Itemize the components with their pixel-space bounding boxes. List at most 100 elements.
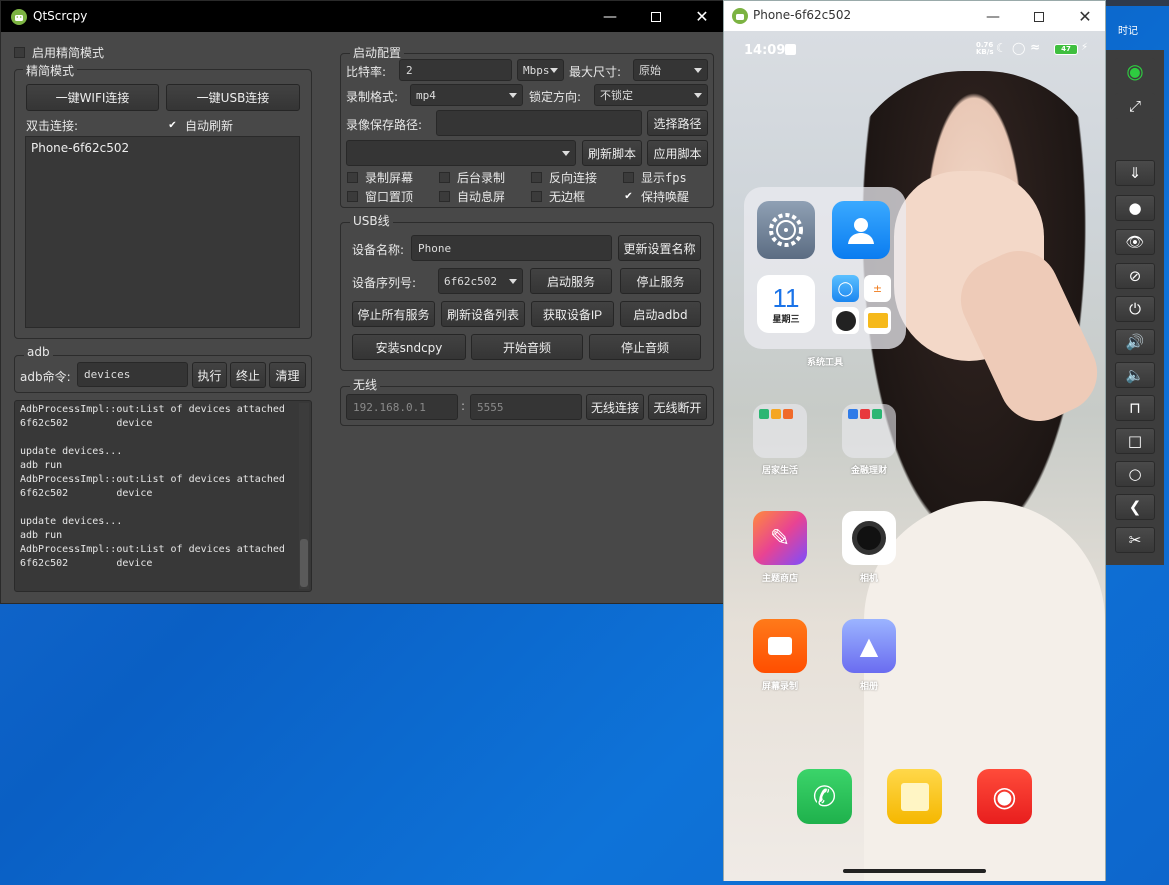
log-scrollbar[interactable] xyxy=(299,403,309,589)
auto-refresh-checkbox[interactable]: ✔ 自动刷新 xyxy=(167,117,233,134)
stop-all-services-button[interactable]: 停止所有服务 xyxy=(352,301,435,327)
wifi-connect-button[interactable]: 一键WIFI连接 xyxy=(26,84,159,111)
menu-button[interactable]: ○ xyxy=(1115,461,1155,487)
title-bar[interactable]: QtScrcpy — ✕ xyxy=(1,1,723,32)
option-show-fps[interactable]: 显示fps xyxy=(623,169,687,186)
simple-mode-checkbox[interactable]: 启用精简模式 xyxy=(14,44,104,61)
refresh-devices-button[interactable]: 刷新设备列表 xyxy=(441,301,525,327)
app-switch-button[interactable]: ⊓ xyxy=(1115,395,1155,421)
option-reverse-connect[interactable]: 反向连接 xyxy=(531,169,597,186)
close-button[interactable]: ✕ xyxy=(679,1,725,32)
option-keep-awake[interactable]: ✔ 保持唤醒 xyxy=(623,188,689,205)
update-name-button[interactable]: 更新设置名称 xyxy=(618,235,701,261)
notes-app[interactable] xyxy=(887,769,942,824)
stop-service-button[interactable]: 停止服务 xyxy=(620,268,701,294)
maximize-button[interactable] xyxy=(633,1,679,32)
volume-down-button[interactable]: 🔈 xyxy=(1115,362,1155,388)
android-menu-button[interactable]: ◉ xyxy=(1115,58,1155,84)
device-list[interactable]: Phone-6f62c502 xyxy=(25,136,300,328)
gallery-app[interactable]: ▲ xyxy=(842,619,896,673)
record-format-select[interactable]: mp4 xyxy=(410,84,523,106)
checkbox-box[interactable] xyxy=(14,47,25,58)
stop-audio-button[interactable]: 停止音频 xyxy=(589,334,701,360)
start-service-button[interactable]: 启动服务 xyxy=(530,268,612,294)
start-config-title: 启动配置 xyxy=(350,44,405,61)
contacts-app[interactable] xyxy=(832,201,890,259)
home-button[interactable]: □ xyxy=(1115,428,1155,454)
exec-button[interactable]: 执行 xyxy=(192,362,227,388)
finance-folder[interactable] xyxy=(842,404,896,458)
device-name-input[interactable]: Phone xyxy=(411,235,612,261)
usb-connect-button[interactable]: 一键USB连接 xyxy=(166,84,300,111)
phone-screen[interactable]: 14:09 0.76 KB/s ☾ ◯ ≈ 47 ⚡ 11 星期三 ◯ ± 系统… xyxy=(724,31,1105,881)
volume-up-button[interactable]: 🔊 xyxy=(1115,329,1155,355)
expand-notification-button[interactable]: ⇓ xyxy=(1115,160,1155,186)
bitrate-input[interactable]: 2 xyxy=(399,59,512,81)
checkbox-box[interactable] xyxy=(623,172,634,183)
phone-minimize-button[interactable]: — xyxy=(970,1,1016,32)
log-output[interactable]: AdbProcessImpl::out:List of devices atta… xyxy=(14,400,312,592)
minimize-button[interactable]: — xyxy=(587,1,633,32)
screen-off-button[interactable]: ⊘ xyxy=(1115,263,1155,289)
option-background-record[interactable]: 后台录制 xyxy=(439,169,505,186)
checkbox-box[interactable] xyxy=(439,172,450,183)
wireless-disconnect-button[interactable]: 无线断开 xyxy=(648,394,707,420)
scrollbar-thumb[interactable] xyxy=(300,539,308,587)
back-button[interactable]: ❮ xyxy=(1115,494,1155,520)
option-auto-screen-off[interactable]: 自动息屏 xyxy=(439,188,505,205)
ip-input[interactable]: 192.168.0.1 xyxy=(346,394,458,420)
calendar-app[interactable]: 11 星期三 xyxy=(757,275,815,333)
theme-store-app[interactable]: ✎ xyxy=(753,511,807,565)
serial-select[interactable]: 6f62c502 xyxy=(438,268,523,294)
checkbox-box[interactable] xyxy=(531,191,542,202)
clear-button[interactable]: 清理 xyxy=(269,362,306,388)
stop-button[interactable]: 终止 xyxy=(230,362,266,388)
touch-button[interactable]: ● xyxy=(1115,195,1155,221)
install-sndcpy-button[interactable]: 安装sndcpy xyxy=(352,334,466,360)
music-app[interactable]: ◉ xyxy=(977,769,1032,824)
script-select[interactable] xyxy=(346,140,576,166)
option-frameless[interactable]: 无边框 xyxy=(531,188,585,205)
settings-app[interactable] xyxy=(757,201,815,259)
calculator-app[interactable]: ± xyxy=(864,275,891,302)
bitrate-unit-select[interactable]: Mbps xyxy=(517,59,564,81)
checkbox-box[interactable] xyxy=(347,191,358,202)
get-ip-button[interactable]: 获取设备IP xyxy=(531,301,614,327)
adb-cmd-input[interactable]: devices xyxy=(77,362,188,387)
select-path-button[interactable]: 选择路径 xyxy=(647,110,708,136)
apply-script-button[interactable]: 应用脚本 xyxy=(647,140,708,166)
camera-app[interactable] xyxy=(842,511,896,565)
screen-record-app[interactable] xyxy=(753,619,807,673)
refresh-script-button[interactable]: 刷新脚本 xyxy=(582,140,642,166)
check-icon[interactable]: ✔ xyxy=(623,191,634,202)
files-app[interactable] xyxy=(864,307,891,334)
home-life-folder[interactable] xyxy=(753,404,807,458)
system-tools-folder[interactable]: 11 星期三 ◯ ± xyxy=(744,187,906,349)
option-window-top[interactable]: 窗口置顶 xyxy=(347,188,413,205)
lock-orientation-select[interactable]: 不锁定 xyxy=(594,84,708,106)
gesture-bar[interactable] xyxy=(843,869,986,873)
port-input[interactable]: 5555 xyxy=(470,394,582,420)
phone-close-button[interactable]: ✕ xyxy=(1062,1,1108,32)
screenshot-button[interactable]: ✂ xyxy=(1115,527,1155,553)
device-list-item[interactable]: Phone-6f62c502 xyxy=(31,141,129,155)
screen-on-button[interactable]: 👁 xyxy=(1115,229,1155,255)
fullscreen-button[interactable]: ⤢ xyxy=(1115,93,1155,119)
power-button[interactable]: ⏻ xyxy=(1115,296,1155,322)
start-audio-button[interactable]: 开始音频 xyxy=(471,334,583,360)
phone-title-bar[interactable]: Phone-6f62c502 — ✕ xyxy=(724,1,1105,31)
phone-app[interactable]: ✆ xyxy=(797,769,852,824)
option-record-screen[interactable]: 录制屏幕 xyxy=(347,169,413,186)
mountain-icon: ▲ xyxy=(859,632,879,660)
clock-app[interactable] xyxy=(832,307,859,334)
start-adbd-button[interactable]: 启动adbd xyxy=(620,301,701,327)
check-icon[interactable]: ✔ xyxy=(167,120,178,131)
browser-app[interactable]: ◯ xyxy=(832,275,859,302)
phone-maximize-button[interactable] xyxy=(1016,1,1062,32)
max-size-select[interactable]: 原始 xyxy=(633,59,708,81)
record-path-input[interactable] xyxy=(436,110,642,136)
checkbox-box[interactable] xyxy=(531,172,542,183)
checkbox-box[interactable] xyxy=(347,172,358,183)
checkbox-box[interactable] xyxy=(439,191,450,202)
wireless-connect-button[interactable]: 无线连接 xyxy=(586,394,644,420)
